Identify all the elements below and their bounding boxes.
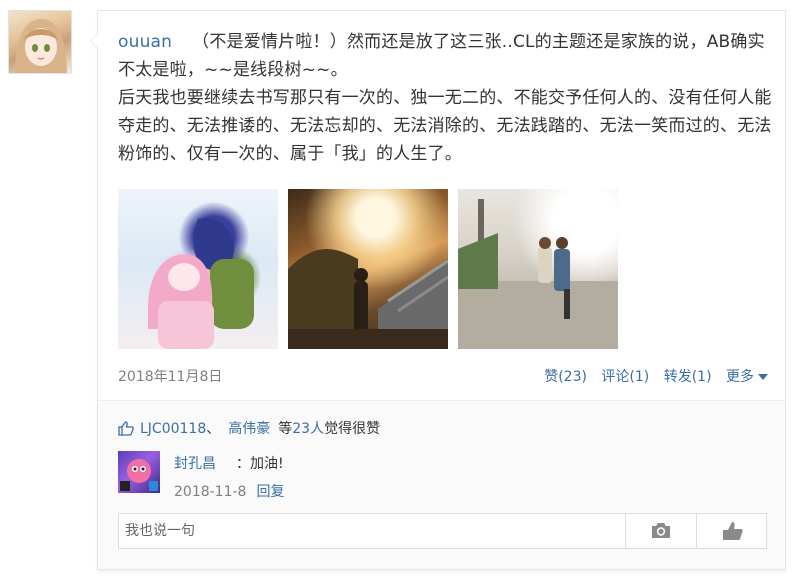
post-meta: 2018年11月8日 赞(23) 评论(1) 转发(1) 更多 [118, 366, 768, 388]
author-link[interactable]: ouuan [118, 32, 172, 52]
likes-count-link[interactable]: 23人 [292, 421, 324, 437]
reply-button[interactable]: 回复 [256, 484, 284, 500]
comment-button[interactable]: 评论(1) [601, 369, 649, 385]
likes-summary: LJC00118、 高伟豪 等23人觉得很赞 [118, 418, 380, 438]
card-pointer [90, 33, 98, 49]
camera-icon [652, 523, 670, 538]
more-label: 更多 [726, 369, 754, 385]
commenter-avatar[interactable] [118, 451, 160, 493]
like-comment-button[interactable] [696, 514, 767, 548]
comment-body: 封孔昌 ：加油! [174, 453, 284, 473]
comment-text: ：加油! [236, 456, 284, 472]
post-date: 2018年11月8日 [118, 369, 223, 385]
likes-prefix: 等 [278, 421, 293, 437]
likes-suffix: 觉得很赞 [324, 421, 381, 437]
comment-section: LJC00118、 高伟豪 等23人觉得很赞 封孔昌 ：加油! 2018-11-8 回复 [98, 401, 785, 569]
thumbs-up-icon [118, 421, 134, 436]
post-line-2: 后天我也要继续去书写那只有一次的、独一无二的、不能交予任何人的、没有任何人能夺走… [118, 88, 772, 164]
post-body: ouuan （不是爱情片啦！）然而还是放了这三张..CL的主题还是家族的说，AB确… [118, 28, 773, 168]
commenter-name[interactable]: 封孔昌 [174, 456, 216, 472]
likes-separator: 、 [206, 421, 221, 437]
post-actions: 赞(23) 评论(1) 转发(1) 更多 [534, 366, 768, 386]
comment-input-box [118, 513, 767, 549]
photo-thumbnail-1[interactable] [118, 189, 278, 349]
chevron-down-icon [758, 374, 768, 380]
comment-input[interactable] [119, 514, 619, 548]
photo-thumbnail-3[interactable] [458, 189, 618, 349]
repost-button[interactable]: 转发(1) [664, 369, 712, 385]
comment-date: 2018-11-8 [174, 484, 247, 500]
liker-link-1[interactable]: LJC00118 [140, 421, 206, 437]
like-button[interactable]: 赞(23) [544, 369, 587, 385]
post-line-1: （不是爱情片啦！）然而还是放了这三张..CL的主题还是家族的说，AB确实不太是啦… [118, 32, 765, 80]
liker-link-2[interactable]: 高伟豪 [228, 421, 270, 437]
more-button[interactable]: 更多 [726, 369, 768, 385]
post-card: ouuan （不是爱情片啦！）然而还是放了这三张..CL的主题还是家族的说，AB确… [90, 10, 786, 570]
camera-button[interactable] [625, 514, 696, 548]
photo-thumbnail-2[interactable] [288, 189, 448, 349]
thumbs-up-icon [723, 522, 743, 540]
comment-meta: 2018-11-8 回复 [174, 481, 284, 501]
author-avatar[interactable] [8, 10, 72, 74]
